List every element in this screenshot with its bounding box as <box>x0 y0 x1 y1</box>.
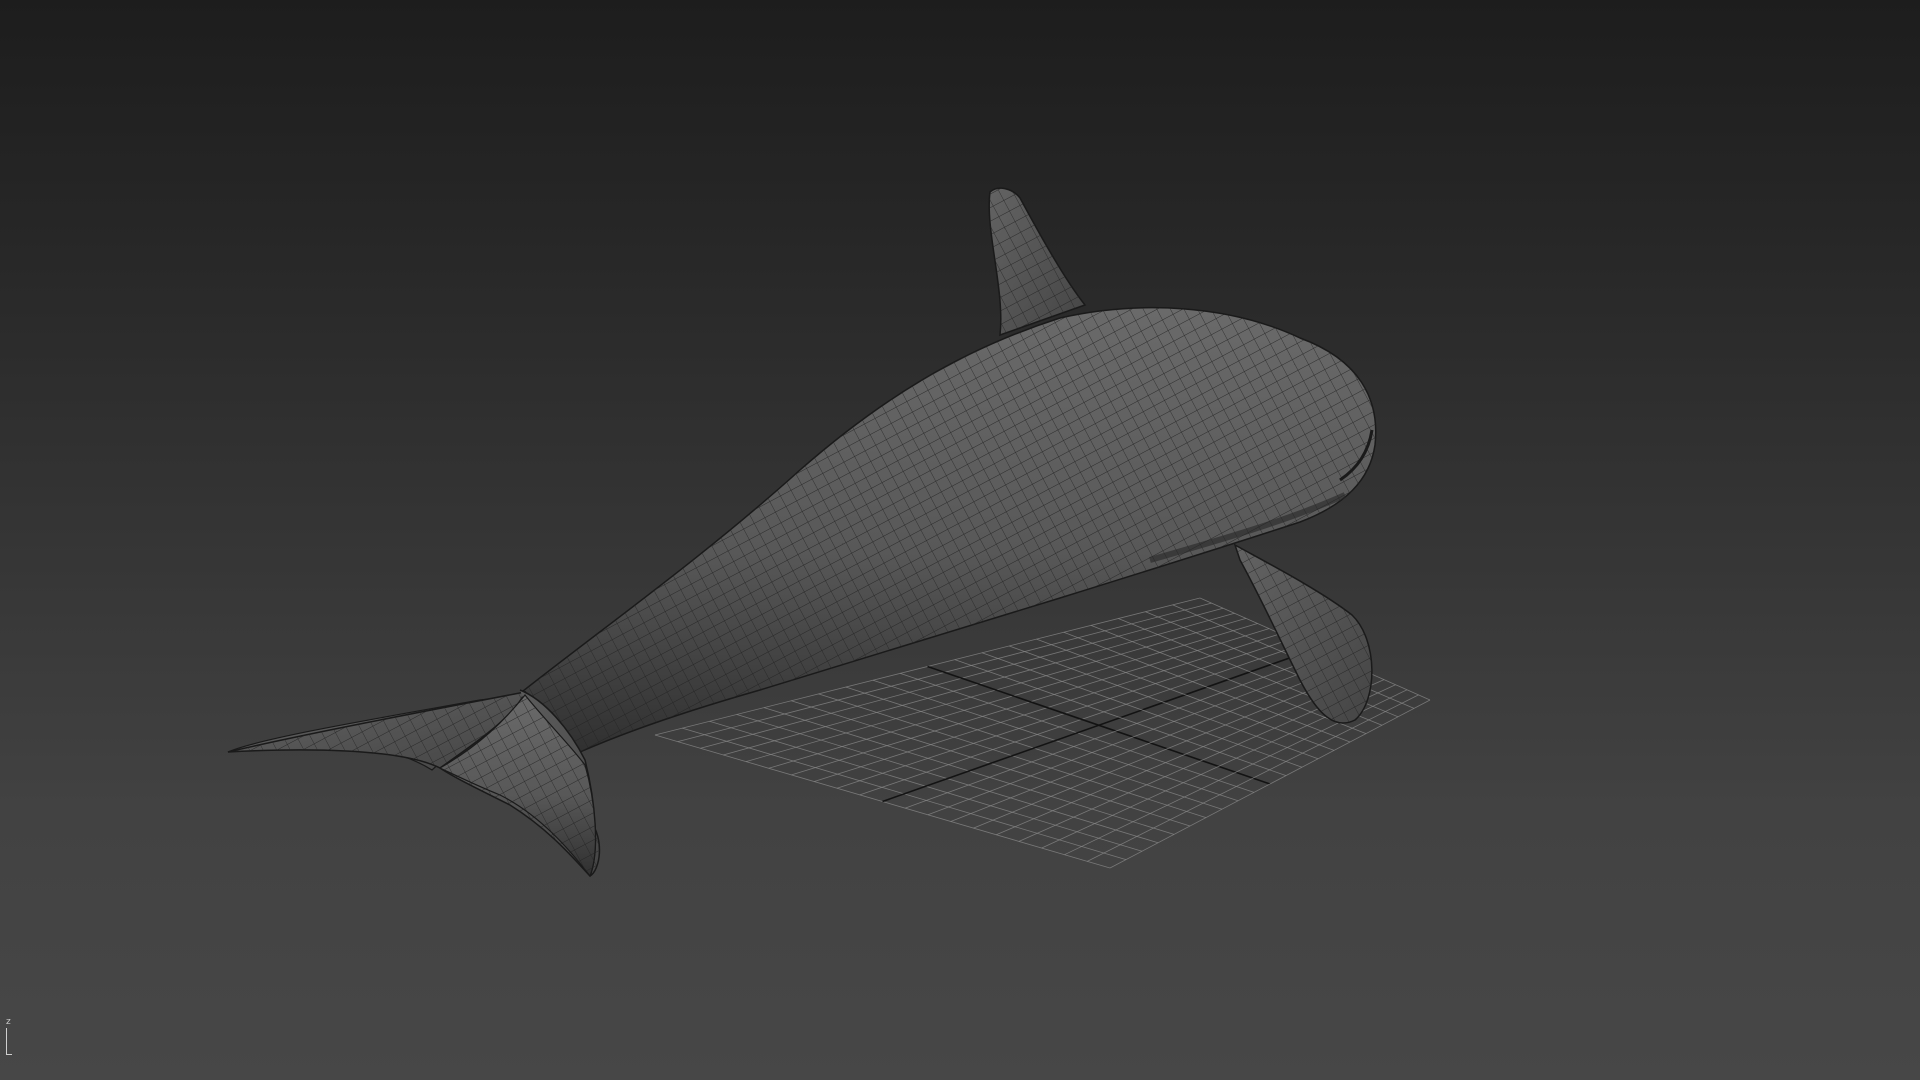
orca-body <box>516 306 1377 753</box>
viewport-scene[interactable] <box>0 0 1920 1080</box>
dorsal-fin <box>988 187 1087 337</box>
axis-gizmo-label: z <box>6 1017 11 1027</box>
3d-viewport[interactable]: z <box>0 0 1920 1080</box>
axis-gizmo-z-line <box>6 1028 7 1054</box>
grid-line <box>1109 699 1431 869</box>
axis-gizmo-x-line <box>6 1054 12 1055</box>
pectoral-fin <box>1233 543 1373 724</box>
axis-gizmo: z <box>4 1018 18 1058</box>
